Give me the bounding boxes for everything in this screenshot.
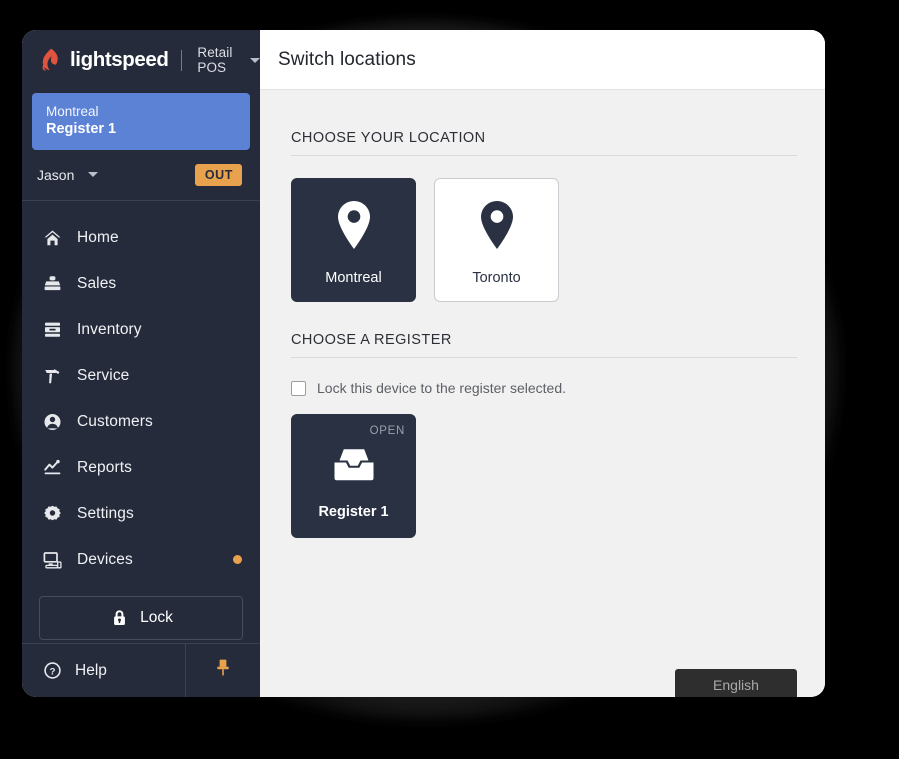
svg-text:?: ?	[49, 666, 55, 677]
sidebar: lightspeed Retail POS Montreal Register …	[22, 30, 260, 697]
language-button-label: English	[713, 676, 759, 693]
sidebar-item-label: Inventory	[77, 320, 142, 338]
sidebar-item-label: Devices	[77, 550, 133, 568]
brand-product: Retail POS	[197, 45, 233, 75]
location-tile-label: Montreal	[325, 270, 382, 286]
pin-icon	[215, 658, 231, 683]
sidebar-item-sales[interactable]: Sales	[22, 261, 260, 307]
brand-header[interactable]: lightspeed Retail POS	[22, 30, 260, 90]
user-chevron-down-icon[interactable]	[88, 172, 99, 178]
register-tile-label: Register 1	[318, 504, 389, 520]
sidebar-item-label: Sales	[77, 274, 117, 292]
sidebar-item-settings[interactable]: Settings	[22, 491, 260, 537]
sidebar-item-customers[interactable]: Customers	[22, 399, 260, 445]
main-panel: Switch locations CHOOSE YOUR LOCATION Mo…	[260, 30, 825, 697]
sidebar-item-label: Home	[77, 228, 119, 246]
map-pin-icon	[292, 179, 415, 270]
current-location-name: Montreal	[46, 104, 99, 119]
brand-name: lightspeed	[70, 48, 169, 71]
sidebar-item-reports[interactable]: Reports	[22, 445, 260, 491]
register-status-badge: OPEN	[369, 425, 405, 437]
sidebar-nav: Home Sales Inventory Service Customers R…	[22, 201, 260, 583]
sales-icon	[42, 274, 62, 294]
register-section-title: CHOOSE A REGISTER	[291, 332, 797, 358]
reports-icon	[42, 458, 62, 478]
sidebar-item-home[interactable]: Home	[22, 215, 260, 261]
location-tile-toronto[interactable]: Toronto	[434, 178, 559, 302]
language-button[interactable]: English	[675, 669, 797, 697]
devices-notification-dot	[233, 555, 242, 565]
lightspeed-flame-icon	[40, 48, 61, 72]
app-window: lightspeed Retail POS Montreal Register …	[22, 30, 825, 697]
lock-device-label: Lock this device to the register selecte…	[317, 380, 567, 396]
padlock-icon	[109, 608, 129, 628]
settings-icon	[42, 504, 62, 524]
current-location-chip[interactable]: Montreal Register 1	[32, 93, 250, 150]
sidebar-item-label: Settings	[77, 504, 134, 522]
lock-device-checkbox[interactable]	[291, 380, 306, 396]
sidebar-item-label: Service	[77, 366, 130, 384]
page-header: Switch locations	[260, 30, 825, 90]
lock-button-label: Lock	[140, 608, 173, 626]
inventory-icon	[42, 320, 62, 340]
chevron-down-icon[interactable]	[250, 57, 260, 63]
sidebar-item-label: Reports	[77, 458, 132, 476]
sidebar-item-label: Customers	[77, 412, 153, 430]
service-icon	[42, 366, 62, 386]
question-circle-icon: ?	[42, 661, 62, 681]
help-bar: ? Help	[22, 643, 260, 697]
content-area: CHOOSE YOUR LOCATION Montreal Toronto CH…	[260, 90, 825, 697]
lock-device-row: Lock this device to the register selecte…	[291, 380, 797, 396]
register-tile-register-1[interactable]: OPEN Register 1	[291, 414, 416, 538]
page-title: Switch locations	[278, 48, 416, 70]
brand-divider	[180, 49, 182, 71]
help-label: Help	[75, 661, 107, 679]
clock-status-badge[interactable]: OUT	[194, 163, 242, 186]
customers-icon	[42, 412, 62, 432]
devices-icon	[42, 550, 62, 570]
sidebar-item-service[interactable]: Service	[22, 353, 260, 399]
sidebar-item-inventory[interactable]: Inventory	[22, 307, 260, 353]
pin-button[interactable]	[185, 644, 260, 697]
user-name: Jason	[37, 166, 75, 183]
current-register-name: Register 1	[46, 121, 117, 138]
user-row[interactable]: Jason OUT	[22, 150, 260, 200]
home-icon	[42, 228, 62, 248]
lock-button[interactable]: Lock	[39, 595, 243, 640]
location-section-title: CHOOSE YOUR LOCATION	[291, 130, 797, 156]
map-pin-icon	[435, 179, 558, 270]
location-tile-montreal[interactable]: Montreal	[291, 178, 416, 302]
register-tiles: OPEN Register 1	[291, 414, 797, 538]
location-tiles: Montreal Toronto	[291, 178, 797, 302]
location-tile-label: Toronto	[472, 270, 521, 286]
sidebar-item-devices[interactable]: Devices	[22, 537, 260, 583]
help-button[interactable]: ? Help	[22, 644, 185, 697]
